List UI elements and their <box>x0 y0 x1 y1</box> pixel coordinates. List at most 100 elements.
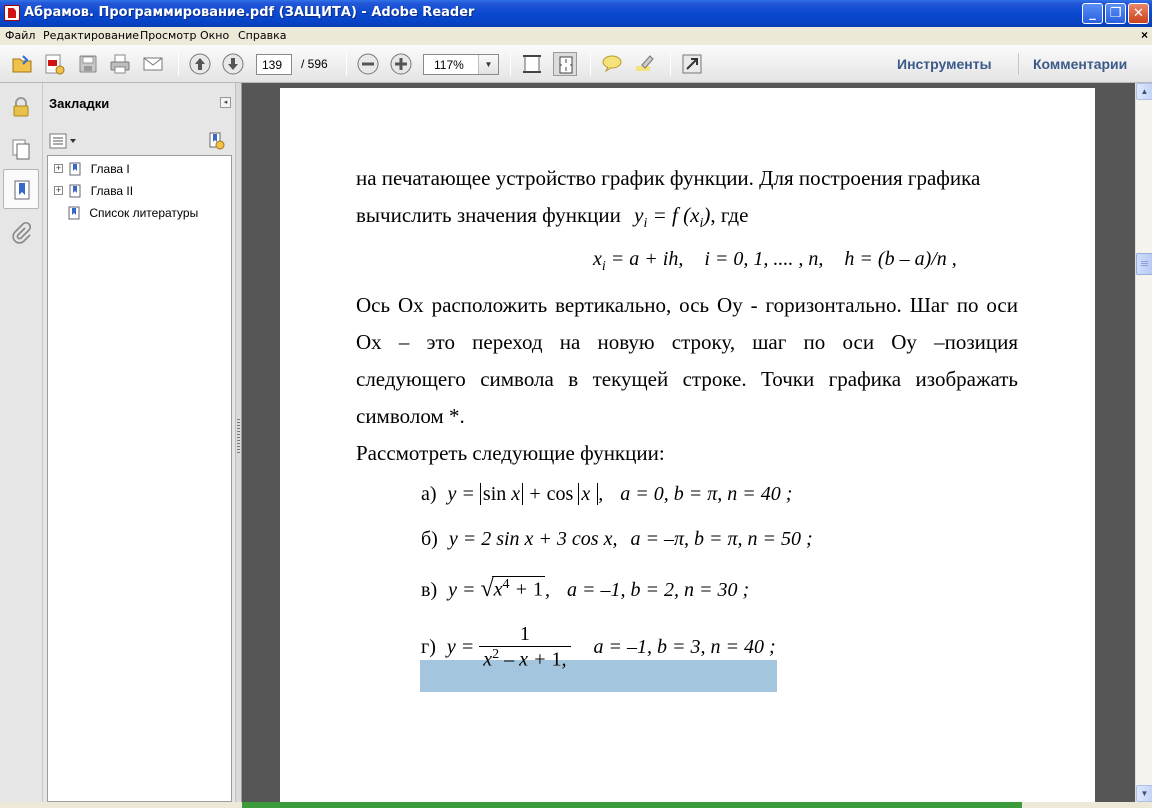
page-total: / 596 <box>301 57 328 71</box>
panel-separator <box>1018 53 1019 75</box>
new-bookmark-icon[interactable] <box>207 132 225 150</box>
window-title: Абрамов. Программирование.pdf (ЗАЩИТА) -… <box>24 5 475 20</box>
scroll-down-button[interactable]: ▼ <box>1136 785 1152 802</box>
paragraph-line: Ось Ox расположить вертикально, ось Oy -… <box>356 293 1018 317</box>
maximize-button[interactable]: ❐ <box>1105 3 1126 24</box>
attachments-button[interactable] <box>3 213 39 253</box>
splitter-grip[interactable] <box>237 419 240 455</box>
formula: y = <box>446 635 480 658</box>
security-button[interactable] <box>3 87 39 127</box>
item-label: г) <box>421 635 436 658</box>
pages-icon <box>12 139 30 160</box>
toolbar-separator <box>590 52 591 76</box>
minimize-button[interactable]: _ <box>1082 3 1103 24</box>
tools-panel-link[interactable]: Инструменты <box>897 56 992 72</box>
email-icon[interactable] <box>141 52 165 76</box>
formula-part: = a + ih, <box>605 248 684 270</box>
expand-icon[interactable]: + <box>54 164 63 174</box>
bookmark-references[interactable]: Список литературы <box>67 205 198 223</box>
options-icon <box>49 133 76 149</box>
bookmarks-tree: + Глава I + Глава II Список литературы <box>47 155 232 802</box>
formula-inline: yi = f (xi) <box>634 203 711 232</box>
bookmark-label: Глава II <box>90 183 134 198</box>
close-button[interactable]: ✕ <box>1128 3 1149 24</box>
paragraph-line: Ox – это переход на новую строку, шаг по… <box>356 330 1018 354</box>
close-document-button[interactable]: × <box>1141 28 1148 42</box>
formula-xi: xi = a + ih, i = 0, 1, .... , n, h = (b … <box>593 248 957 275</box>
expand-icon[interactable]: + <box>54 186 63 196</box>
toolbar-separator <box>346 52 347 76</box>
scroll-thumb[interactable] <box>1136 253 1152 275</box>
highlight-icon[interactable] <box>633 52 657 76</box>
bookmark-chapter-1[interactable]: + Глава I <box>54 161 130 179</box>
vertical-scrollbar[interactable]: ▲ ▼ <box>1135 83 1152 802</box>
full-screen-icon[interactable] <box>680 52 704 76</box>
collapse-panel-button[interactable]: ◂ <box>220 97 231 108</box>
bookmark-icon <box>69 162 81 176</box>
toolbar: 139 / 596 117% ▼ Инструменты Комментарии <box>0 45 1152 83</box>
bookmarks-panel: Закладки ◂ + Глава I + Глава II Список л… <box>43 83 235 802</box>
text-run: вычислить значения функции <box>356 203 621 227</box>
zoom-out-icon[interactable] <box>356 52 380 76</box>
scroll-up-button[interactable]: ▲ <box>1136 83 1152 100</box>
formula-params: a = –1, b = 2, n = 30 ; <box>567 579 750 601</box>
item-label: а) <box>421 483 437 505</box>
fit-page-icon[interactable] <box>553 52 577 76</box>
function-item-g: г) y = 1 x2 – x + 1, a = –1, b = 3, n = … <box>421 623 776 672</box>
bookmark-options-button[interactable] <box>49 133 79 149</box>
open-icon[interactable] <box>10 52 34 76</box>
toolbar-separator <box>510 52 511 76</box>
bookmark-chapter-2[interactable]: + Глава II <box>54 183 133 201</box>
create-pdf-icon[interactable] <box>42 52 66 76</box>
bookmark-label: Глава I <box>90 161 130 176</box>
chevron-down-icon[interactable]: ▼ <box>478 55 498 74</box>
adobe-reader-icon <box>4 5 20 21</box>
paragraph-line: следующего символа в текущей строке. Точ… <box>356 367 1018 391</box>
formula-part: h = (b – a)/n , <box>844 248 957 270</box>
paragraph-line: символом *. <box>356 404 465 428</box>
panel-splitter[interactable] <box>235 83 242 802</box>
save-icon[interactable] <box>76 52 100 76</box>
status-bar <box>0 802 1152 808</box>
title-bar[interactable]: Абрамов. Программирование.pdf (ЗАЩИТА) -… <box>0 0 1152 27</box>
function-item-b: б) y = 2 sin x + 3 cos x, a = –π, b = π,… <box>421 528 813 551</box>
formula-params: a = –1, b = 3, n = 40 ; <box>593 635 776 658</box>
bookmark-icon <box>14 180 30 200</box>
item-label: б) <box>421 528 438 550</box>
bookmarks-button[interactable] <box>3 169 39 209</box>
bookmark-label: Список литературы <box>89 205 199 220</box>
toolbar-separator <box>670 52 671 76</box>
comments-panel-link[interactable]: Комментарии <box>1033 56 1127 72</box>
formula-params: a = 0, b = π, n = 40 ; <box>620 483 793 505</box>
zoom-in-icon[interactable] <box>389 52 413 76</box>
bookmarks-title: Закладки <box>49 96 110 111</box>
fit-width-icon[interactable] <box>520 52 544 76</box>
document-view[interactable]: на печатающее устройство график функции.… <box>242 83 1135 802</box>
previous-page-icon[interactable] <box>188 52 212 76</box>
paragraph-line: вычислить значения функции yi = f (xi), … <box>356 203 748 232</box>
function-item-v[interactable]: в) y = √x4 + 1, a = –1, b = 2, n = 30 ; <box>421 576 749 603</box>
text-run: , где <box>710 203 749 227</box>
menu-bar: Файл Редактирование Просмотр Окно Справк… <box>0 27 1152 45</box>
taskbar-strip <box>242 802 1022 808</box>
formula-fraction: 1 x2 – x + 1, <box>479 623 571 672</box>
print-icon[interactable] <box>108 52 132 76</box>
menu-window[interactable]: Окно <box>200 29 229 42</box>
page-thumbnails-button[interactable] <box>3 129 39 169</box>
formula: y = √x4 + 1, <box>448 576 551 602</box>
formula: y = 2 sin x + 3 cos x, <box>448 528 618 550</box>
paragraph-line: Рассмотреть следующие функции: <box>356 441 665 465</box>
menu-view[interactable]: Просмотр <box>140 29 196 42</box>
page-number-input[interactable]: 139 <box>256 54 292 75</box>
comment-icon[interactable] <box>600 52 624 76</box>
menu-help[interactable]: Справка <box>238 29 286 42</box>
menu-file[interactable]: Файл <box>5 29 35 42</box>
zoom-value: 117% <box>434 58 464 72</box>
next-page-icon[interactable] <box>221 52 245 76</box>
function-item-a: а) y = sin x + cos x , a = 0, b = π, n =… <box>421 483 792 506</box>
paragraph-line: на печатающее устройство график функции.… <box>356 166 981 190</box>
zoom-select[interactable]: 117% ▼ <box>423 54 499 75</box>
menu-edit[interactable]: Редактирование <box>43 29 139 42</box>
item-label: в) <box>421 579 438 601</box>
pdf-page: на печатающее устройство график функции.… <box>280 88 1095 802</box>
